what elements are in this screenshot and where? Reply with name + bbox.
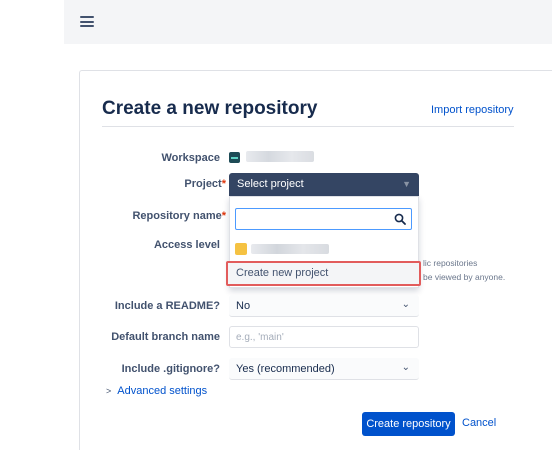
access-level-description-2: be viewed by anyone. — [423, 272, 506, 282]
default-branch-input[interactable] — [229, 326, 419, 348]
default-branch-label: Default branch name — [111, 331, 220, 343]
top-bar — [64, 0, 552, 44]
page-title: Create a new repository — [102, 98, 318, 119]
chevron-right-icon: > — [106, 386, 112, 396]
gitignore-select[interactable]: Yes (recommended) ⌄ — [229, 358, 419, 380]
access-level-description-1: lic repositories — [423, 258, 478, 268]
gitignore-label: Include .gitignore? — [121, 363, 220, 375]
project-label: Project* — [184, 178, 226, 190]
readme-label: Include a README? — [114, 300, 220, 312]
workspace-label: Workspace — [161, 152, 221, 164]
advanced-settings-toggle[interactable]: > Advanced settings — [106, 385, 207, 397]
project-name-redacted — [251, 244, 329, 254]
create-repository-button[interactable]: Create repository — [362, 412, 455, 436]
project-search-input[interactable] — [235, 208, 412, 230]
project-select[interactable]: Select project ▼ — [229, 173, 419, 196]
access-level-label: Access level — [153, 239, 220, 251]
chevron-down-icon: ⌄ — [401, 299, 410, 310]
workspace-name-redacted — [246, 151, 314, 162]
repository-name-label: Repository name* — [132, 210, 226, 222]
chevron-down-icon: ⌄ — [401, 362, 410, 373]
project-select-value: Select project — [237, 178, 304, 190]
readme-select[interactable]: No ⌄ — [229, 295, 419, 317]
workspace-icon — [229, 152, 240, 163]
gitignore-select-value: Yes (recommended) — [236, 363, 335, 375]
readme-select-value: No — [236, 300, 251, 312]
cancel-button[interactable]: Cancel — [462, 417, 496, 429]
dropdown-project-item[interactable] — [235, 243, 330, 255]
title-divider — [102, 126, 514, 127]
chevron-down-icon: ▼ — [402, 179, 411, 189]
advanced-settings-label: Advanced settings — [117, 385, 208, 397]
project-avatar-icon — [235, 243, 247, 255]
create-new-project-option[interactable]: Create new project — [226, 261, 421, 286]
import-repository-link[interactable]: Import repository — [431, 104, 514, 116]
hamburger-icon[interactable] — [80, 16, 94, 27]
search-icon — [394, 213, 406, 225]
